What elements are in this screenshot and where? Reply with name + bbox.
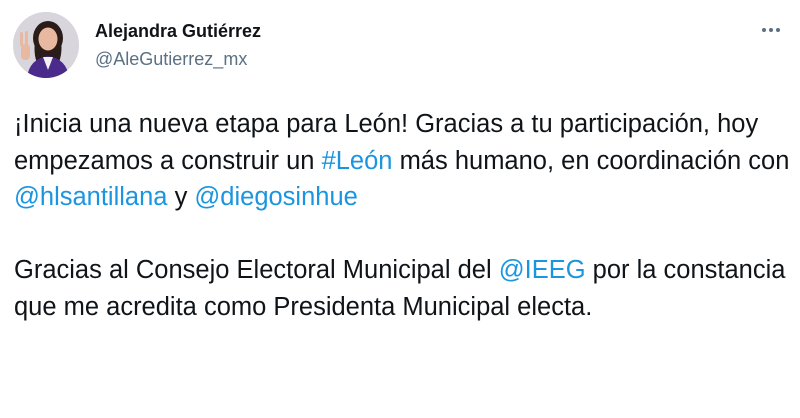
tweet-text-segment: más humano, en coordinación con (392, 146, 790, 175)
tweet-card: Alejandra Gutiérrez @AleGutierrez_mx ¡In… (0, 0, 800, 418)
more-horizontal-icon-dot (769, 28, 773, 32)
author-display-name[interactable]: Alejandra Gutiérrez (95, 21, 261, 42)
mention-link-diegosinhue[interactable]: @diegosinhue (194, 183, 357, 211)
mention-link-hlsantillana[interactable]: @hlsantillana (14, 183, 167, 211)
hashtag-link[interactable]: #León (322, 147, 393, 175)
tweet-paragraph-2: Gracias al Consejo Electoral Municipal d… (14, 252, 794, 325)
tweet-text-segment: Gracias al Consejo Electoral Municipal d… (14, 256, 499, 284)
avatar[interactable] (13, 12, 79, 78)
author-handle[interactable]: @AleGutierrez_mx (95, 49, 247, 70)
more-horizontal-icon (762, 28, 766, 32)
more-options-button[interactable] (756, 16, 786, 44)
tweet-paragraph-1: ¡Inicia una nueva etapa para León! Graci… (14, 106, 794, 216)
profile-photo-icon (13, 12, 79, 78)
tweet-text: ¡Inicia una nueva etapa para León! Graci… (14, 106, 794, 325)
mention-link-ieeg[interactable]: @IEEG (499, 256, 586, 284)
tweet-text-segment: y (167, 183, 195, 211)
more-horizontal-icon-dot (776, 28, 780, 32)
